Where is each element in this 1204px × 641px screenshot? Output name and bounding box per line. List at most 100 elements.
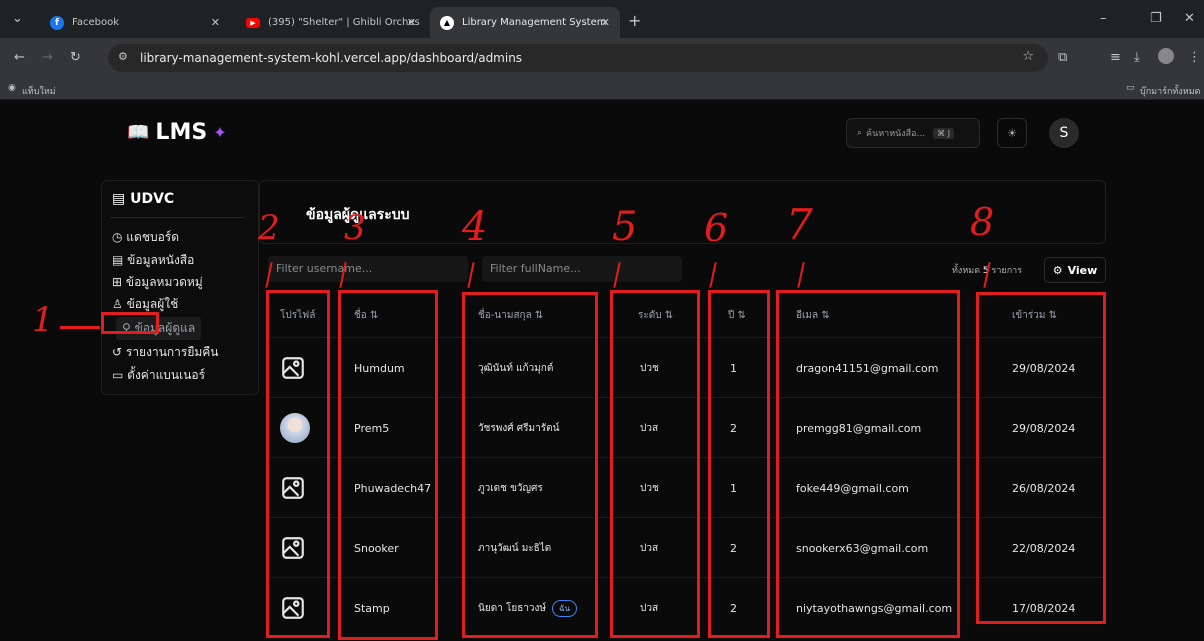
cell-email: foke449@gmail.com [796, 481, 909, 495]
history-icon: ↺ [112, 345, 126, 359]
column-header-level[interactable]: ระดับ ⇅ [638, 293, 673, 337]
org-name: ▤ UDVC [112, 191, 175, 207]
cell-joined: 29/08/2024 [1012, 421, 1076, 435]
new-tab-button[interactable]: + [628, 11, 641, 30]
cell-name: Humdum [354, 361, 405, 375]
bookmarks-bar: ◉ แท็บใหม่ ▭ บุ๊กมาร์กทั้งหมด [0, 78, 1204, 100]
cell-level: ปวส [640, 602, 659, 614]
vercel-icon: ▲ [440, 15, 454, 30]
cell-name: Phuwadech47 [354, 481, 432, 495]
search-icon: ⌕ [857, 128, 863, 138]
cell-fullname: วุฒินันท์ แก้วมุกต์ [478, 362, 554, 374]
sidebar-item-books[interactable]: ▤ ข้อมูลหนังสือ [112, 251, 194, 270]
annotation-arrow-1 [60, 326, 100, 329]
cell-level: ปวช [640, 482, 659, 494]
cell-year: 1 [730, 481, 737, 495]
tab-facebook[interactable]: f Facebook ✕ [40, 7, 230, 38]
cell-fullname: นิยดา โยธาวงษ์ ฉัน [478, 578, 577, 638]
sort-icon: ⇅ [664, 309, 674, 321]
column-header-name[interactable]: ชื่อ ⇅ [354, 293, 378, 337]
reload-icon[interactable]: ↻ [70, 50, 81, 65]
tab-youtube[interactable]: ▶ (395) "Shelter" | Ghibli Orches ✕ [236, 7, 426, 38]
close-icon[interactable]: ✕ [601, 16, 610, 29]
sidebar-item-reports[interactable]: ↺ รายงานการยืมคืน [112, 343, 219, 362]
avatar[interactable]: S [1049, 118, 1079, 148]
sparkle-icon: ✦ [213, 123, 227, 142]
minimize-icon[interactable]: – [1100, 11, 1107, 26]
cell-email: niytayothawngs@gmail.com [796, 601, 953, 615]
folder-icon: ▭ [1126, 83, 1135, 93]
table-row[interactable]: Snooker ภานุวัฒน์ มะธิได ปวส 2 snookerx6… [266, 517, 1106, 577]
close-icon[interactable]: ✕ [211, 16, 220, 29]
tab-library[interactable]: ▲ Library Management System ✕ [430, 7, 620, 38]
view-options-button[interactable]: ⚙ View [1044, 257, 1106, 283]
tab-title: Library Management System [462, 17, 607, 28]
filter-username-input[interactable]: Filter username... [268, 256, 468, 282]
restore-icon[interactable]: ❐ [1150, 11, 1162, 26]
extensions-icon[interactable]: ⧉ [1058, 50, 1067, 65]
site-info-icon[interactable]: ⚙ [118, 50, 128, 63]
address-bar-row: ← → ↻ ⚙ library-management-system-kohl.v… [0, 38, 1204, 78]
app-page: 📖 LMS ✦ ⌕ ค้นหาหนังสือ... ⌘ J ☀ S ▤ UDVC… [0, 100, 1204, 641]
grid-icon: ⊞ [112, 275, 126, 289]
search-input[interactable]: ⌕ ค้นหาหนังสือ... ⌘ J [846, 118, 980, 148]
cell-year: 2 [730, 421, 737, 435]
table-row[interactable]: Stamp นิยดา โยธาวงษ์ ฉัน ปวส 2 niytayotha… [266, 577, 1106, 637]
sun-icon: ☀ [1007, 126, 1017, 140]
reading-list-icon[interactable]: ≡ [1110, 50, 1121, 65]
table-row[interactable]: Phuwadech47 ภูวเดช ขวัญศร ปวช 1 foke449@… [266, 457, 1106, 517]
cell-fullname: วัชรพงศ์ ศรีมารัตน์ [478, 422, 560, 434]
column-header-fullname[interactable]: ชื่อ-นามสกุล ⇅ [478, 293, 543, 337]
url-field[interactable]: ⚙ library-management-system-kohl.vercel.… [108, 44, 1048, 72]
sidebar-item-admins[interactable]: ⚲ ข้อมูลผู้ดูแล [116, 317, 202, 340]
back-icon[interactable]: ← [14, 50, 25, 65]
sort-icon: ⇅ [1048, 309, 1058, 321]
search-placeholder: ค้นหาหนังสือ... [866, 129, 926, 139]
profile-icon[interactable] [1158, 48, 1174, 64]
tab-search-icon[interactable]: ⌄ [12, 11, 23, 26]
banner-icon: ▭ [112, 368, 128, 382]
sliders-icon: ⚙ [1052, 263, 1063, 277]
logo[interactable]: 📖 LMS ✦ [127, 120, 227, 145]
star-icon[interactable]: ☆ [1022, 49, 1034, 64]
theme-toggle-button[interactable]: ☀ [997, 118, 1027, 148]
cell-year: 2 [730, 541, 737, 555]
user-icon: ♙ [112, 297, 127, 311]
cell-email: dragon41151@gmail.com [796, 361, 939, 375]
facebook-icon: f [50, 15, 64, 30]
column-header-joined[interactable]: เข้าร่วม ⇅ [1012, 293, 1057, 337]
annotation-label-1: 1 [32, 300, 54, 340]
filter-fullname-input[interactable]: Filter fullName... [482, 256, 682, 282]
close-icon[interactable]: ✕ [407, 16, 416, 29]
browser-tab-bar: ⌄ f Facebook ✕ ▶ (395) "Shelter" | Ghibl… [0, 0, 1204, 38]
column-header-email[interactable]: อีเมล ⇅ [796, 293, 830, 337]
menu-icon[interactable]: ⋮ [1188, 50, 1201, 65]
cell-name: Snooker [354, 541, 399, 555]
table-row[interactable]: Humdum วุฒินันท์ แก้วมุกต์ ปวช 1 dragon4… [266, 337, 1106, 397]
annotation-tick-6 [709, 262, 717, 288]
cell-joined: 17/08/2024 [1012, 601, 1076, 615]
divider [110, 217, 244, 218]
bookmark-new-tab[interactable]: แท็บใหม่ [22, 84, 56, 98]
sidebar-item-dashboard[interactable]: ◷ แดชบอร์ด [112, 228, 179, 247]
column-header-year[interactable]: ปี ⇅ [728, 293, 746, 337]
sort-icon: ⇅ [534, 309, 544, 321]
sidebar-item-banner[interactable]: ▭ ตั้งค่าแบนเนอร์ [112, 366, 205, 385]
sidebar-item-users[interactable]: ♙ ข้อมูลผู้ใช้ [112, 295, 178, 314]
window-close-icon[interactable]: ✕ [1184, 11, 1195, 26]
column-header-profile: โปรไฟล์ [280, 309, 316, 321]
download-icon[interactable]: ⤓ [1134, 50, 1140, 65]
cell-level: ปวส [640, 542, 659, 554]
table-row[interactable]: Prem5 วัชรพงศ์ ศรีมารัตน์ ปวส 2 premgg81… [266, 397, 1106, 457]
cell-level: ปวส [640, 422, 659, 434]
sort-icon: ⇅ [821, 309, 830, 321]
annotation-tick-4 [467, 262, 475, 288]
page-title: ข้อมูลผู้ดูแลระบบ [306, 207, 410, 223]
sidebar-item-categories[interactable]: ⊞ ข้อมูลหมวดหมู่ [112, 273, 203, 292]
image-icon [280, 338, 306, 398]
forward-icon[interactable]: → [42, 50, 53, 65]
me-badge: ฉัน [552, 599, 577, 617]
bookmark-all[interactable]: บุ๊กมาร์กทั้งหมด [1140, 84, 1200, 98]
sort-icon: ⇅ [369, 309, 379, 321]
cell-year: 2 [730, 601, 737, 615]
